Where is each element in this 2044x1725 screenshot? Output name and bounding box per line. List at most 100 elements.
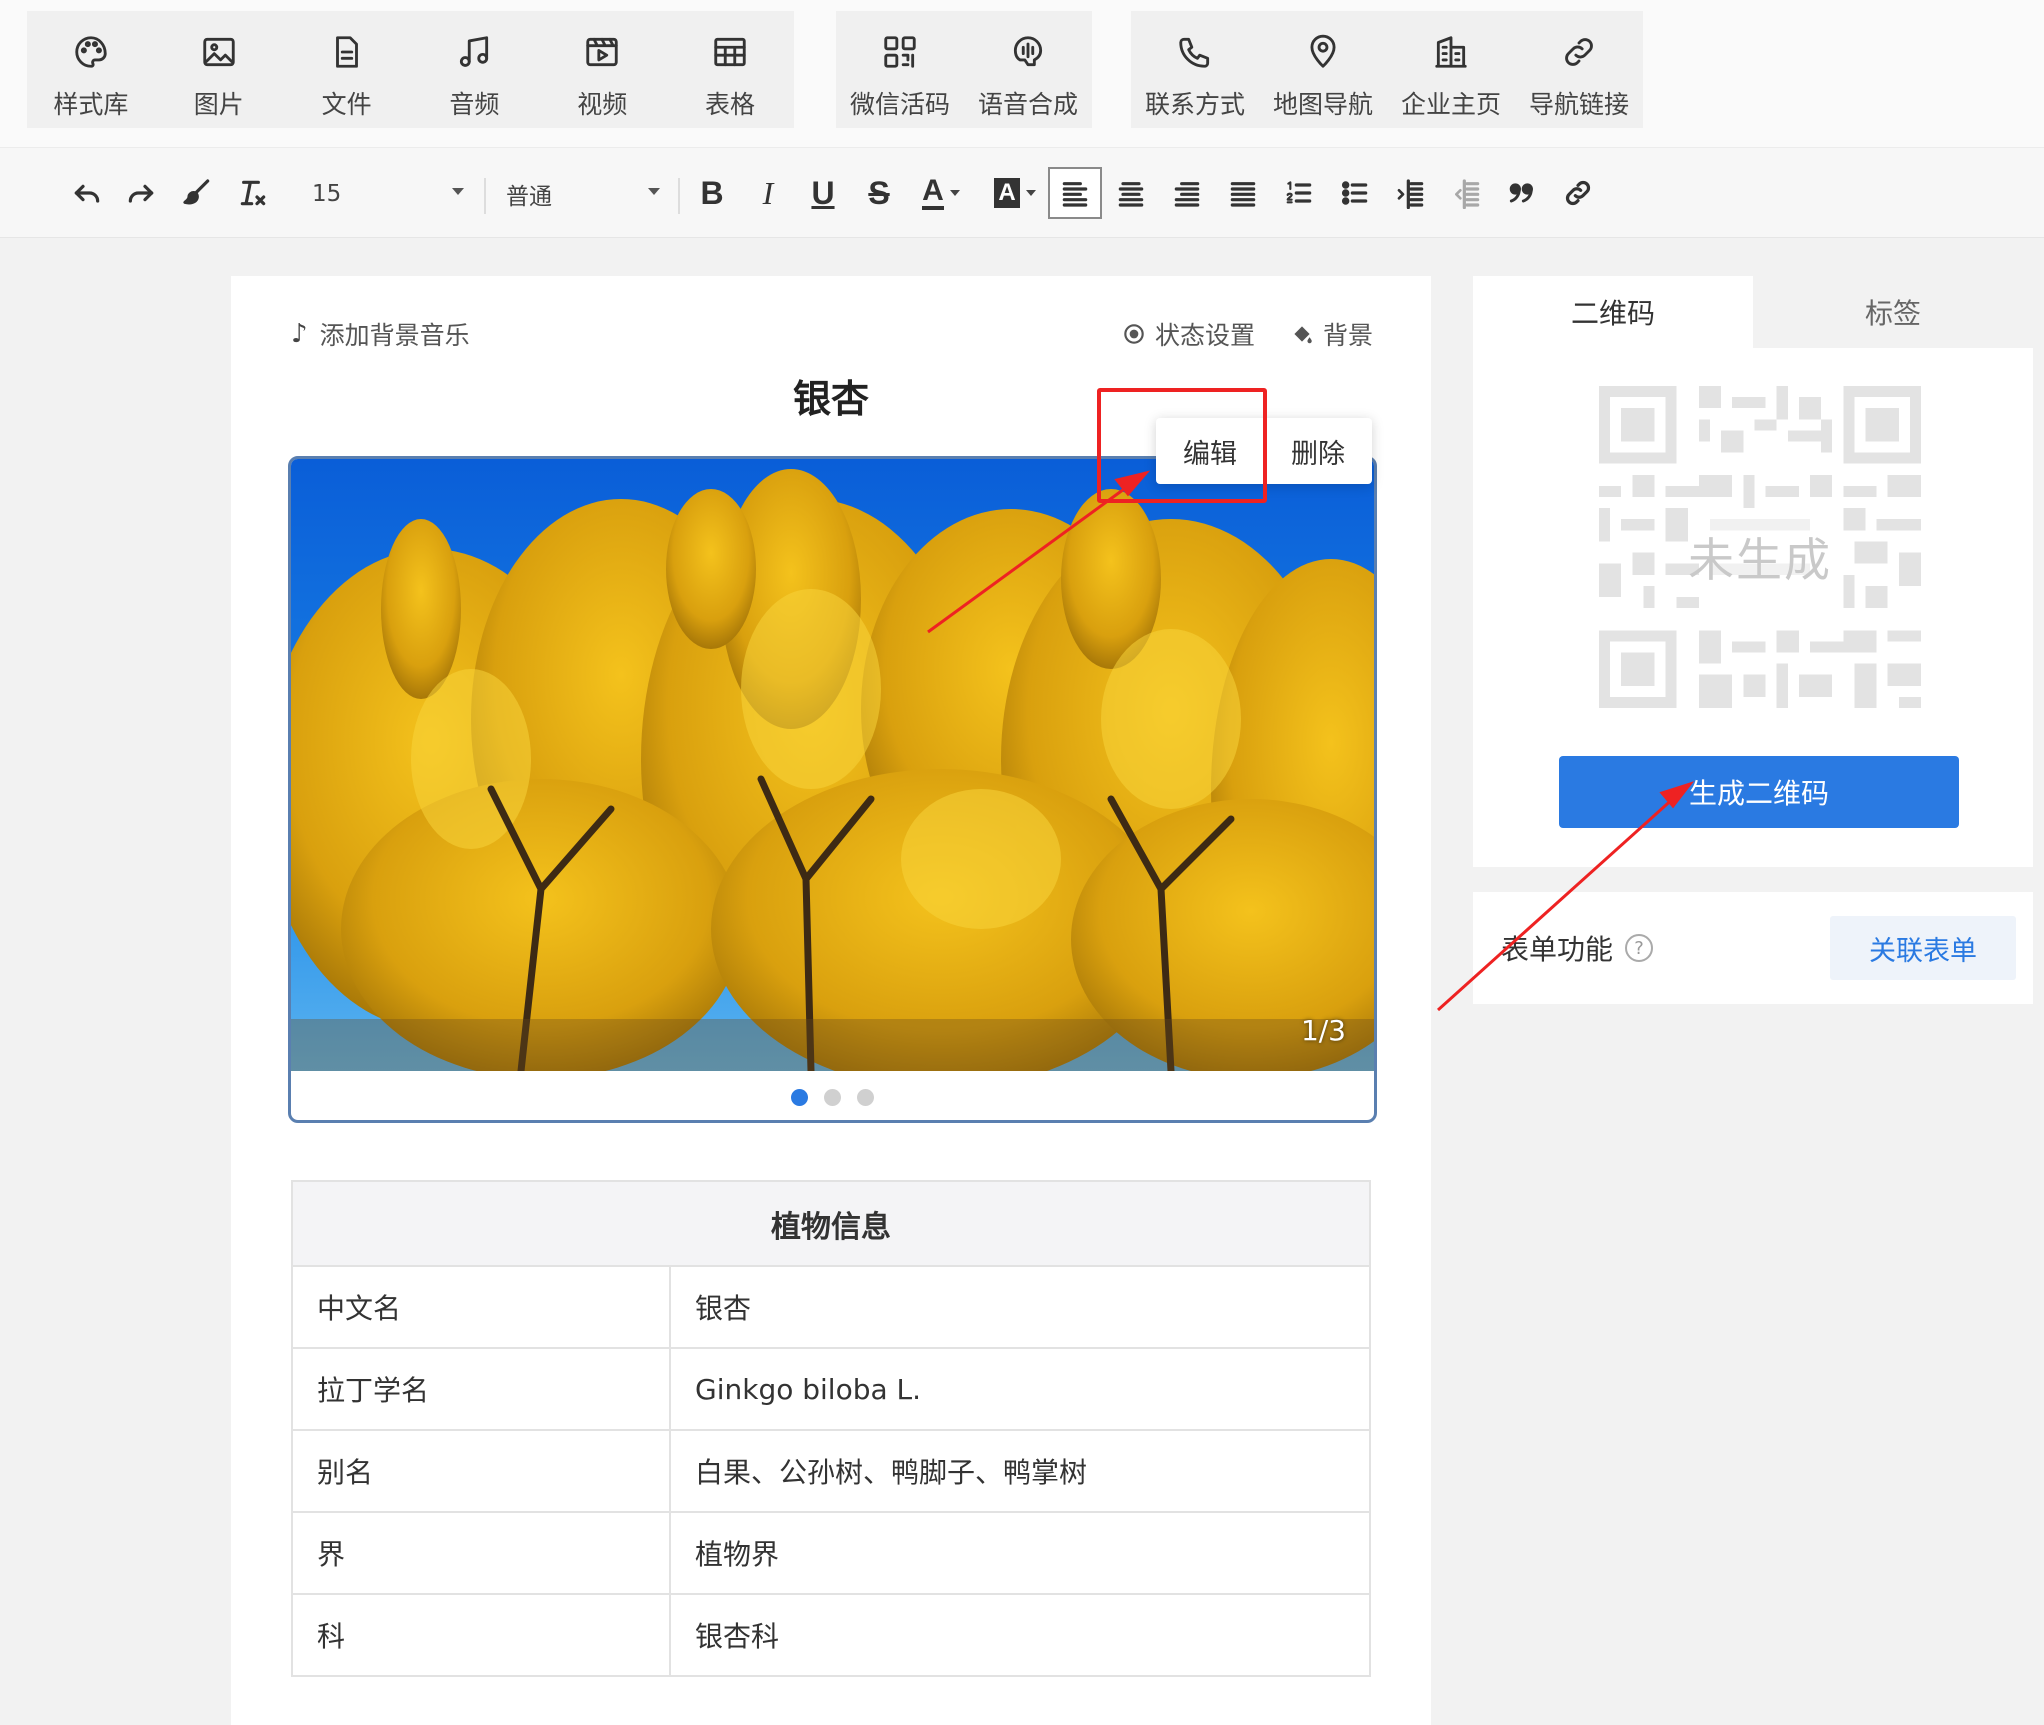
company-homepage-button[interactable]: 企业主页: [1387, 11, 1515, 128]
table-cell-value[interactable]: 白果、公孙树、鸭脚子、鸭掌树: [669, 1429, 1371, 1513]
carousel-dot[interactable]: [824, 1089, 841, 1106]
underline-button[interactable]: U: [798, 168, 848, 218]
status-settings-button[interactable]: 状态设置: [1121, 316, 1255, 352]
align-right-button[interactable]: [1162, 168, 1212, 218]
radio-target-icon: [1124, 324, 1144, 344]
speech-synthesis-button[interactable]: 语音合成: [964, 11, 1092, 128]
table-row: 科 银杏科: [291, 1593, 1371, 1677]
font-size-select[interactable]: 15: [312, 172, 464, 216]
map-pin-icon: [1310, 34, 1336, 68]
insert-video-button[interactable]: 视频: [538, 11, 666, 128]
table-cell-value[interactable]: Ginkgo biloba L.: [669, 1347, 1371, 1431]
align-center-icon: [1118, 182, 1144, 207]
style-library-button[interactable]: 样式库: [27, 11, 155, 128]
align-left-button[interactable]: [1048, 167, 1102, 219]
insert-audio-button[interactable]: 音频: [410, 11, 538, 128]
highlight-color-icon: A: [994, 178, 1020, 208]
nav-link-button[interactable]: 导航链接: [1515, 11, 1643, 128]
wechat-live-code-button[interactable]: 微信活码: [836, 11, 964, 128]
insert-table-label: 表格: [705, 90, 756, 119]
align-justify-icon: [1230, 182, 1256, 207]
form-function-panel: 表单功能 ? 关联表单: [1473, 892, 2033, 1004]
panel-tabs: 二维码 标签: [1473, 276, 2033, 348]
nav-link-label: 导航链接: [1528, 90, 1629, 119]
add-background-music-button[interactable]: ♪ 添加背景音乐: [291, 316, 470, 352]
page-title[interactable]: 银杏: [231, 368, 1431, 423]
indent-icon: [1397, 179, 1424, 209]
italic-button[interactable]: I: [743, 168, 793, 218]
carousel-pagination: [291, 1089, 1374, 1106]
edit-button[interactable]: 编辑: [1156, 418, 1264, 484]
map-navigation-button[interactable]: 地图导航: [1259, 11, 1387, 128]
bold-button[interactable]: B: [687, 168, 737, 218]
insert-audio-label: 音频: [449, 90, 500, 119]
align-center-button[interactable]: [1106, 168, 1156, 218]
qr-not-generated-text: 未生成: [1688, 533, 1832, 587]
bullet-list-icon: [1341, 181, 1368, 205]
insert-link-button[interactable]: [1553, 168, 1603, 218]
undo-icon: [74, 184, 100, 203]
qrcode-icon: [884, 36, 916, 68]
paragraph-style-select[interactable]: 普通: [506, 172, 660, 216]
insert-image-button[interactable]: 图片: [155, 11, 283, 128]
form-function-label-row: 表单功能 ?: [1501, 928, 1654, 968]
table-cell-value[interactable]: 银杏: [669, 1265, 1371, 1349]
table-row: 中文名 银杏: [291, 1265, 1371, 1349]
table-cell-value[interactable]: 植物界: [669, 1511, 1371, 1595]
table-cell-key[interactable]: 拉丁学名: [291, 1347, 671, 1431]
company-homepage-label: 企业主页: [1400, 90, 1501, 119]
music-icon: [460, 36, 489, 67]
outdent-button[interactable]: [1442, 168, 1492, 218]
background-button[interactable]: 背景: [1289, 316, 1373, 352]
carousel-dot[interactable]: [857, 1089, 874, 1106]
insert-table-button[interactable]: 表格: [666, 11, 794, 128]
chevron-down-icon: [648, 188, 660, 195]
justify-button[interactable]: [1218, 168, 1268, 218]
delete-button[interactable]: 删除: [1264, 418, 1372, 484]
carousel-dot[interactable]: [791, 1089, 808, 1106]
music-note-icon: ♪: [291, 319, 308, 349]
qr-code-panel: 二维码 标签 未生成 生成二维码: [1473, 276, 2033, 867]
table-cell-key[interactable]: 别名: [291, 1429, 671, 1513]
generate-qrcode-button[interactable]: 生成二维码: [1559, 756, 1959, 828]
ordered-list-button[interactable]: [1274, 168, 1324, 218]
strikethrough-button[interactable]: S: [854, 168, 904, 218]
insert-group-contact: 联系方式 地图导航 企业主页 导航链接: [1131, 11, 1643, 128]
font-color-icon: A: [922, 176, 944, 210]
table-row: 别名 白果、公孙树、鸭脚子、鸭掌树: [291, 1429, 1371, 1513]
editor-actions: 状态设置 背景: [1121, 316, 1373, 352]
ordered-list-icon: [1286, 181, 1312, 204]
table-cell-key[interactable]: 中文名: [291, 1265, 671, 1349]
contact-info-button[interactable]: 联系方式: [1131, 11, 1259, 128]
background-color-button[interactable]: A: [984, 168, 1046, 218]
editor-canvas: ♪ 添加背景音乐 状态设置 背景 银杏 1/3 编辑 删除 植物信息 中文名 银…: [231, 276, 1431, 1725]
insert-file-button[interactable]: 文件: [283, 11, 411, 128]
image-carousel[interactable]: 1/3: [288, 456, 1377, 1123]
help-icon[interactable]: ?: [1625, 934, 1654, 962]
paint-bucket-icon: [1294, 326, 1312, 344]
blockquote-button[interactable]: [1497, 168, 1547, 218]
font-color-button[interactable]: A: [910, 168, 972, 218]
tab-tags[interactable]: 标签: [1753, 276, 2033, 348]
image-icon: [203, 37, 235, 67]
link-form-button[interactable]: 关联表单: [1830, 916, 2016, 980]
table-row: 界 植物界: [291, 1511, 1371, 1595]
map-navigation-label: 地图导航: [1272, 90, 1373, 119]
tab-qrcode[interactable]: 二维码: [1473, 276, 1753, 348]
indent-button[interactable]: [1386, 168, 1436, 218]
undo-button[interactable]: [62, 168, 112, 218]
bullet-list-button[interactable]: [1330, 168, 1380, 218]
table-cell-key[interactable]: 科: [291, 1593, 671, 1677]
redo-button[interactable]: [116, 168, 166, 218]
add-background-music-label: 添加背景音乐: [319, 321, 470, 350]
format-painter-button[interactable]: [172, 168, 222, 218]
toolbar-divider: [678, 178, 680, 214]
clear-format-button[interactable]: [228, 168, 278, 218]
table-cell-key[interactable]: 界: [291, 1511, 671, 1595]
chevron-down-icon: [452, 188, 464, 195]
table-cell-value[interactable]: 银杏科: [669, 1593, 1371, 1677]
table-row: 拉丁学名 Ginkgo biloba L.: [291, 1347, 1371, 1431]
clear-format-icon: [240, 180, 266, 206]
insert-image-label: 图片: [193, 90, 244, 119]
format-toolbar: 15 普通 B I U S A A: [0, 148, 2044, 238]
